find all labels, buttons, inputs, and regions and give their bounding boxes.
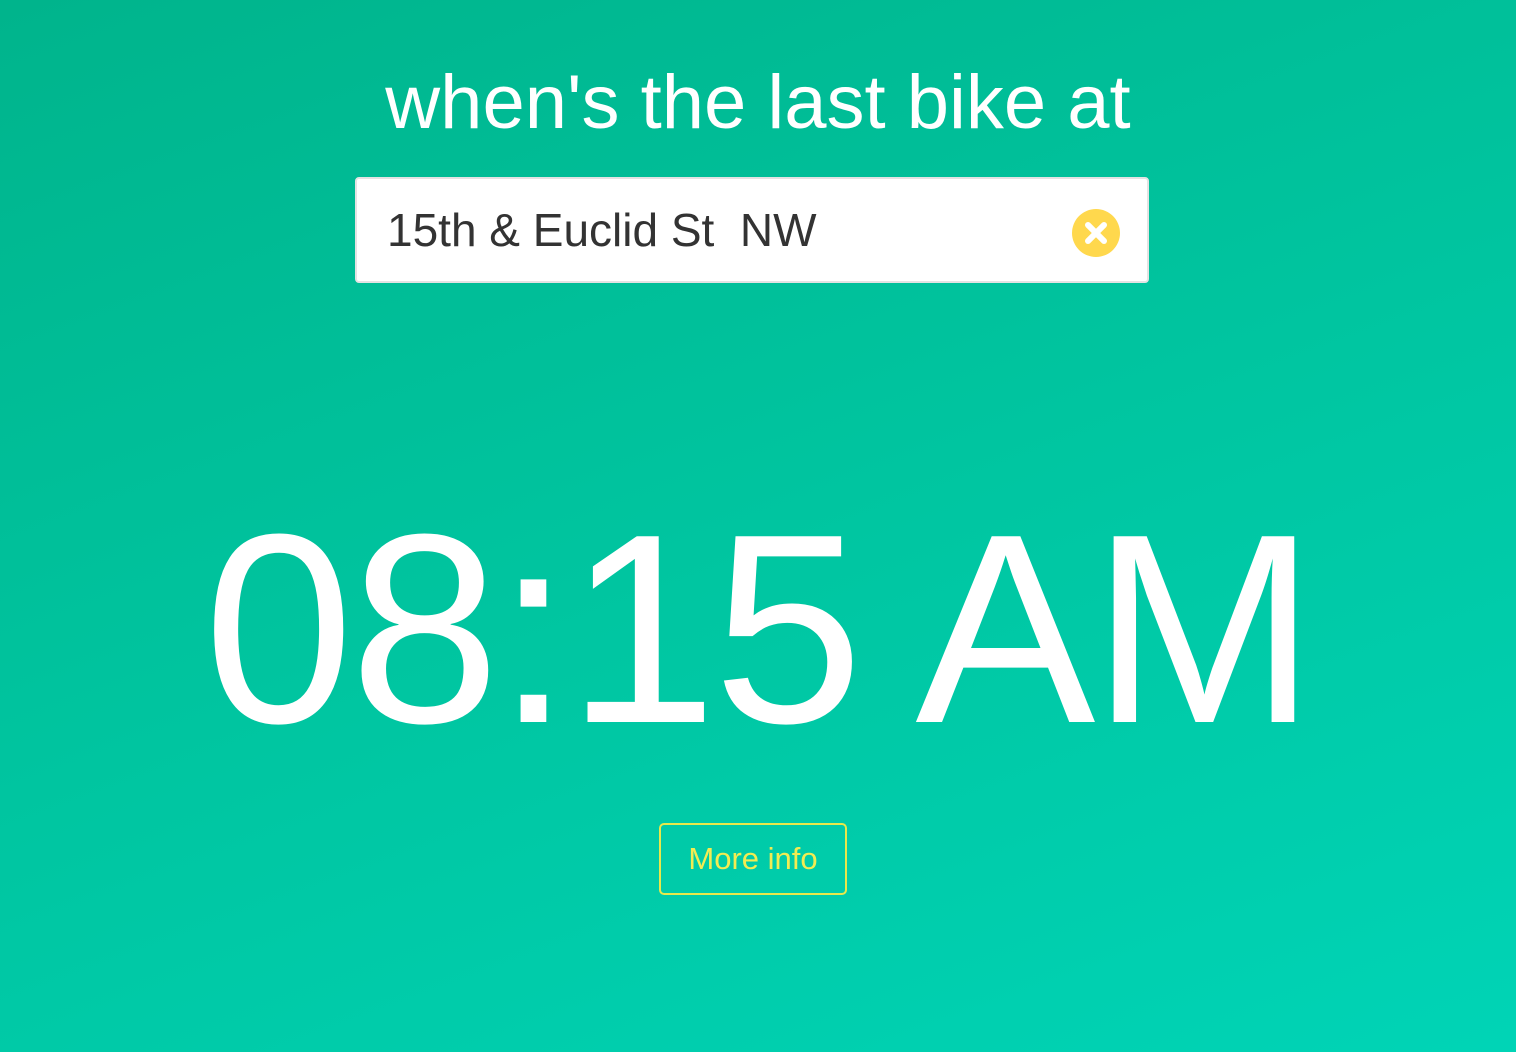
station-search-box[interactable]: [355, 177, 1149, 283]
last-bike-time: 08:15 AM: [203, 479, 1317, 780]
station-search-input[interactable]: [387, 203, 1047, 257]
more-info-button[interactable]: More info: [659, 823, 847, 895]
page-title: when's the last bike at: [385, 60, 1131, 145]
clear-icon[interactable]: [1072, 209, 1120, 257]
